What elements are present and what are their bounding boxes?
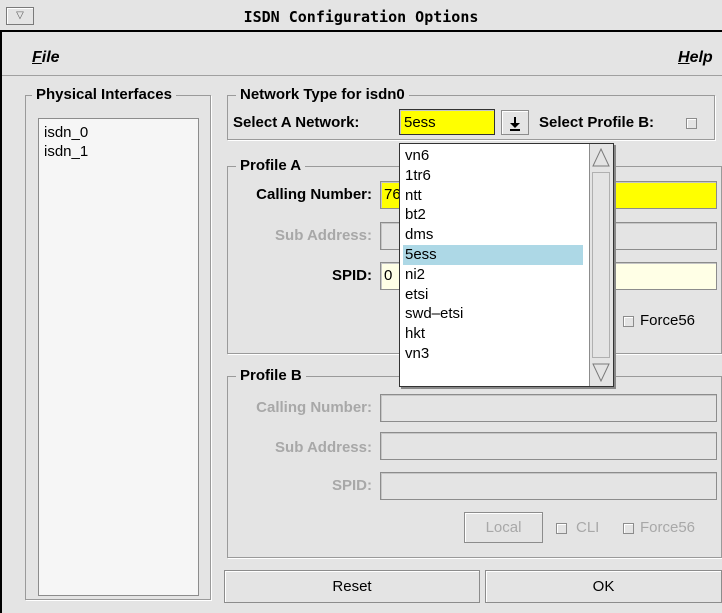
scroll-up-arrow-icon[interactable] bbox=[591, 146, 611, 170]
profile-b-cli-checkbox[interactable] bbox=[556, 523, 567, 534]
dropdown-scrollbar[interactable] bbox=[589, 144, 613, 386]
arrow-down-icon bbox=[510, 117, 520, 131]
scroll-thumb[interactable] bbox=[592, 172, 610, 358]
physical-interfaces-title: Physical Interfaces bbox=[32, 86, 176, 104]
interface-list-item[interactable]: isdn_0 bbox=[44, 123, 88, 142]
scroll-down-arrow-icon[interactable] bbox=[591, 360, 611, 384]
profile-b-calling-number-label: Calling Number: bbox=[256, 399, 372, 416]
profile-b-spid-label: SPID: bbox=[331, 477, 372, 494]
profile-a-calling-number-label: Calling Number: bbox=[256, 186, 372, 203]
profile-a-sub-address-label: Sub Address: bbox=[275, 227, 372, 244]
profile-b-title: Profile B bbox=[236, 367, 306, 385]
profile-a-spid-value: 0 bbox=[384, 267, 393, 284]
profile-a-title: Profile A bbox=[236, 157, 306, 175]
profile-b-sub-address-input[interactable] bbox=[380, 432, 717, 460]
window-menu-icon[interactable]: ▽ bbox=[6, 7, 34, 25]
network-option[interactable]: swd–etsi bbox=[403, 304, 583, 324]
network-option[interactable]: hkt bbox=[403, 324, 583, 344]
network-option[interactable]: ni2 bbox=[403, 265, 583, 285]
profile-b-force56-checkbox[interactable] bbox=[623, 523, 634, 534]
network-option[interactable]: etsi bbox=[403, 285, 583, 305]
profile-a-spid-label: SPID: bbox=[331, 267, 372, 284]
window-title: ISDN Configuration Options bbox=[243, 8, 479, 26]
profile-b-cli-label: CLI bbox=[576, 519, 600, 536]
profile-b-calling-number-input[interactable] bbox=[380, 394, 717, 422]
profile-b-spid-input[interactable] bbox=[380, 472, 717, 500]
profile-b-checkbox[interactable] bbox=[686, 118, 697, 129]
profile-b-force56-label: Force56 bbox=[640, 519, 696, 536]
interface-list-item[interactable]: isdn_1 bbox=[44, 142, 88, 161]
network-option[interactable]: dms bbox=[403, 225, 583, 245]
network-option[interactable]: bt2 bbox=[403, 205, 583, 225]
network-option[interactable]: 1tr6 bbox=[403, 166, 583, 186]
menu-file-mnemonic: F bbox=[32, 49, 42, 66]
select-profile-b-label: Select Profile B: bbox=[539, 114, 655, 131]
menu-help-label: elp bbox=[689, 49, 713, 66]
menu-file-label: ile bbox=[41, 49, 60, 66]
network-option[interactable]: vn3 bbox=[403, 344, 583, 364]
profile-b-sub-address-label: Sub Address: bbox=[275, 439, 372, 456]
network-type-title: Network Type for isdn0 bbox=[236, 86, 409, 104]
network-dropdown-list[interactable]: vn6 1tr6 ntt bt2 dms 5ess ni2 etsi swd–etsi hkt vn… bbox=[399, 143, 614, 387]
profile-b-local-button[interactable]: Local bbox=[464, 512, 543, 543]
menu-file[interactable]: File bbox=[32, 49, 60, 67]
network-option[interactable]: vn6 bbox=[403, 146, 583, 166]
interfaces-list[interactable] bbox=[38, 118, 199, 596]
ok-button[interactable]: OK bbox=[485, 570, 722, 603]
reset-button[interactable]: Reset bbox=[224, 570, 480, 603]
menu-help-mnemonic: H bbox=[678, 49, 690, 66]
profile-a-force56-checkbox[interactable] bbox=[623, 316, 634, 327]
profile-a-force56-label: Force56 bbox=[640, 312, 696, 329]
network-dropdown-button[interactable] bbox=[501, 110, 529, 135]
network-option[interactable]: ntt bbox=[403, 186, 583, 206]
network-select-value: 5ess bbox=[404, 114, 436, 131]
network-option[interactable]: 5ess bbox=[403, 245, 583, 265]
menu-bar bbox=[2, 34, 722, 76]
select-network-label: Select A Network: bbox=[233, 114, 360, 131]
menu-help[interactable]: Help bbox=[678, 49, 713, 67]
